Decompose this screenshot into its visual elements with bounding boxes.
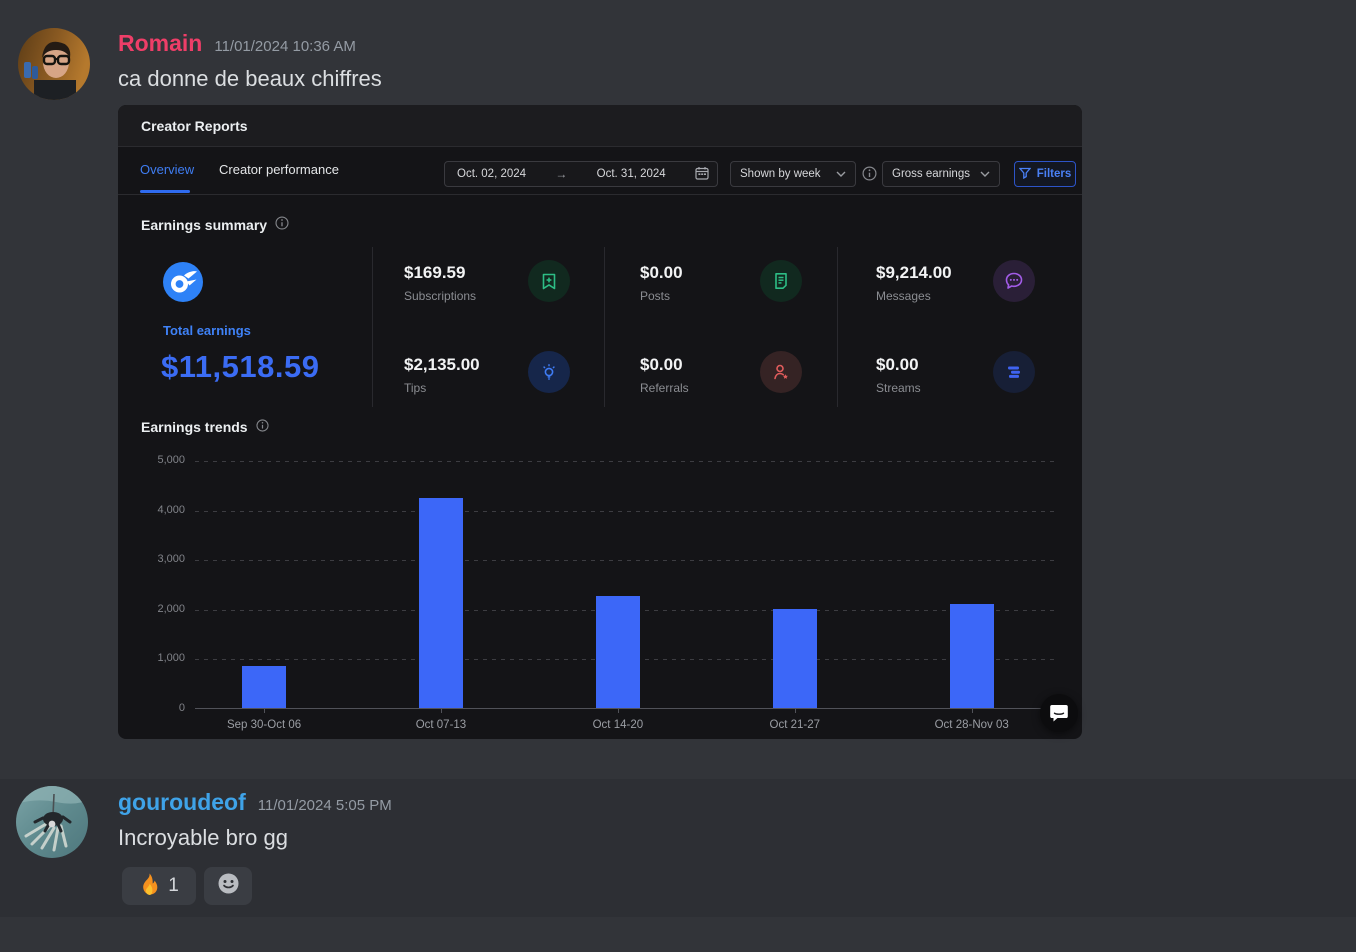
gridline	[195, 511, 1058, 512]
message-author[interactable]: gouroudeof	[118, 789, 246, 816]
report-header: Creator Reports	[118, 105, 1082, 147]
x-axis-label: Oct 28-Nov 03	[887, 719, 1057, 731]
filters-button[interactable]: Filters	[1014, 161, 1076, 187]
stat-label-messages: Messages	[876, 289, 931, 303]
divider	[372, 247, 373, 407]
message-timestamp: 11/01/2024 10:36 AM	[214, 38, 356, 55]
x-axis-tick	[264, 709, 265, 713]
add-reaction-icon	[217, 872, 240, 900]
stat-label-referrals: Referrals	[640, 381, 689, 395]
arrow-right-icon: →	[555, 167, 567, 181]
earnings-summary-label: Earnings summary	[141, 217, 267, 233]
chevron-down-icon	[980, 168, 990, 180]
avatar[interactable]	[16, 786, 88, 858]
x-axis-label: Oct 14-20	[533, 719, 703, 731]
earnings-type-select[interactable]: Gross earnings	[882, 161, 1000, 187]
date-range-picker[interactable]: Oct. 02, 2024 → Oct. 31, 2024	[444, 161, 718, 187]
stat-value-posts: $0.00	[640, 263, 683, 283]
bar-Oct 07-13[interactable]	[419, 498, 463, 708]
info-icon[interactable]	[862, 166, 877, 181]
stat-label-posts: Posts	[640, 289, 670, 303]
report-embed-image[interactable]: Creator Reports Overview Creator perform…	[118, 105, 1082, 739]
filter-icon	[1019, 167, 1031, 182]
document-icon	[760, 260, 802, 302]
active-tab-underline	[140, 190, 190, 193]
x-axis-tick	[618, 709, 619, 713]
y-axis-tick-label: 2,000	[133, 603, 185, 615]
message-text: Incroyable bro gg	[118, 825, 288, 851]
message-header: Romain 11/01/2024 10:36 AM	[118, 30, 356, 57]
stat-value-referrals: $0.00	[640, 355, 683, 375]
tab-creator-performance[interactable]: Creator performance	[219, 162, 339, 177]
earnings-trends-label: Earnings trends	[141, 419, 248, 435]
message-author[interactable]: Romain	[118, 30, 202, 57]
x-axis-line	[195, 708, 1058, 709]
x-axis-tick	[795, 709, 796, 713]
x-axis-tick	[441, 709, 442, 713]
shown-by-value: Shown by week	[740, 168, 821, 180]
stat-value-messages: $9,214.00	[876, 263, 952, 283]
chevron-down-icon	[836, 168, 846, 180]
info-icon[interactable]	[256, 419, 269, 435]
message-timestamp: 11/01/2024 5:05 PM	[258, 797, 392, 814]
message-text: ca donne de beaux chiffres	[118, 66, 382, 92]
reactions-bar: 1	[122, 867, 252, 905]
message-header: gouroudeof 11/01/2024 5:05 PM	[118, 789, 392, 816]
y-axis-tick-label: 4,000	[133, 504, 185, 516]
bar-Oct 28-Nov 03[interactable]	[950, 604, 994, 708]
person-star-icon	[760, 351, 802, 393]
stat-label-tips: Tips	[404, 381, 426, 395]
gridline	[195, 461, 1058, 462]
stat-value-subscriptions: $169.59	[404, 263, 465, 283]
bookmark-plus-icon	[528, 260, 570, 302]
stat-value-tips: $2,135.00	[404, 355, 480, 375]
earnings-trends-heading: Earnings trends	[141, 419, 269, 435]
stat-label-streams: Streams	[876, 381, 921, 395]
earnings-type-value: Gross earnings	[892, 168, 970, 180]
divider	[604, 247, 605, 407]
reaction-count: 1	[168, 875, 179, 897]
bar-Sep 30-Oct 06[interactable]	[242, 666, 286, 708]
fire-emoji	[139, 872, 160, 901]
date-start: Oct. 02, 2024	[457, 168, 526, 180]
discord-chat-view: Romain 11/01/2024 10:36 AM ca donne de b…	[0, 0, 1356, 952]
x-axis-label: Sep 30-Oct 06	[179, 719, 349, 731]
stream-bars-icon	[993, 351, 1035, 393]
divider	[837, 247, 838, 407]
total-earnings-value: $11,518.59	[161, 349, 319, 385]
shown-by-select[interactable]: Shown by week	[730, 161, 856, 187]
chat-widget-button[interactable]	[1040, 694, 1078, 732]
chat-dots-icon	[993, 260, 1035, 302]
tab-overview[interactable]: Overview	[140, 162, 194, 177]
avatar-photo	[16, 786, 88, 858]
stat-label-subscriptions: Subscriptions	[404, 289, 476, 303]
info-icon[interactable]	[275, 216, 289, 233]
fansly-logo	[163, 262, 203, 302]
bar-Oct 14-20[interactable]	[596, 596, 640, 708]
calendar-icon	[695, 166, 709, 183]
lightbulb-icon	[528, 351, 570, 393]
y-axis-tick-label: 3,000	[133, 553, 185, 565]
x-axis-label: Oct 21-27	[710, 719, 880, 731]
divider	[118, 194, 1082, 195]
earnings-summary-heading: Earnings summary	[141, 216, 289, 233]
trends-bar-chart: 01,0002,0003,0004,0005,000Sep 30-Oct 06O…	[195, 461, 1058, 709]
report-title: Creator Reports	[141, 105, 248, 147]
y-axis-tick-label: 0	[133, 702, 185, 714]
bar-Oct 21-27[interactable]	[773, 609, 817, 708]
avatar[interactable]	[18, 28, 90, 100]
chat-widget-icon	[1048, 702, 1070, 724]
y-axis-tick-label: 1,000	[133, 652, 185, 664]
filters-label: Filters	[1037, 168, 1072, 180]
stat-value-streams: $0.00	[876, 355, 919, 375]
x-axis-label: Oct 07-13	[356, 719, 526, 731]
total-earnings-label: Total earnings	[163, 323, 251, 338]
avatar-photo	[18, 28, 90, 100]
date-end: Oct. 31, 2024	[597, 168, 666, 180]
reaction-fire[interactable]: 1	[122, 867, 196, 905]
x-axis-tick	[972, 709, 973, 713]
gridline	[195, 560, 1058, 561]
y-axis-tick-label: 5,000	[133, 454, 185, 466]
add-reaction-button[interactable]	[204, 867, 252, 905]
